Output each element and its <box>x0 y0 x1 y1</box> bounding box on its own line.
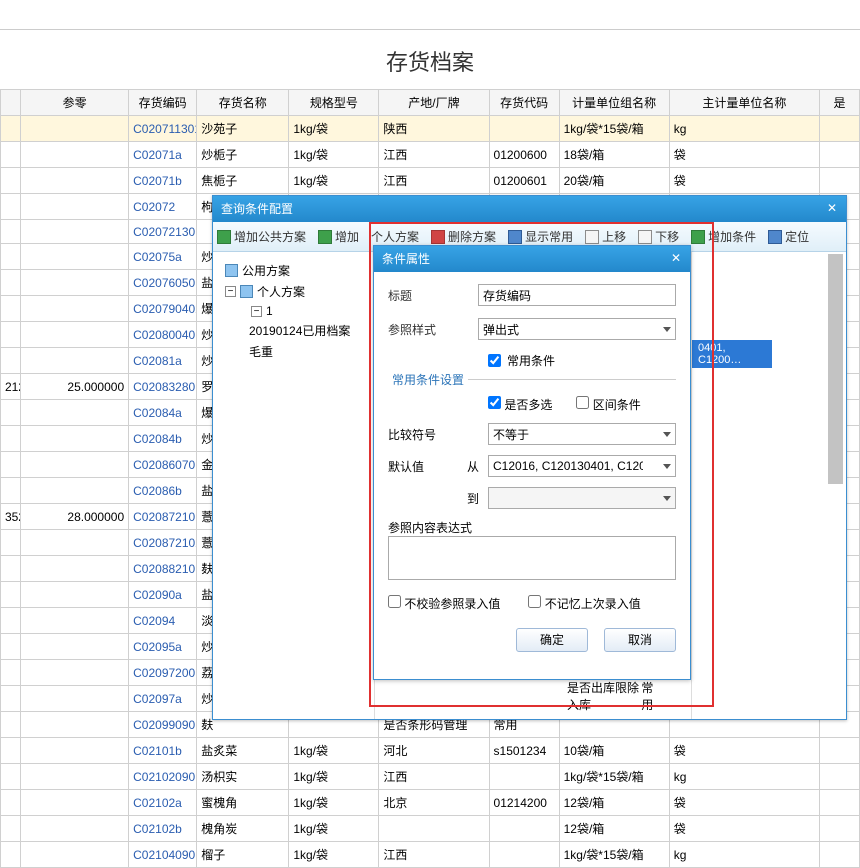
title-input[interactable] <box>478 284 676 306</box>
delete-plan-button[interactable]: 删除方案 <box>431 228 496 245</box>
move-up-button[interactable]: 上移 <box>585 228 626 245</box>
expr-textarea[interactable] <box>388 536 676 580</box>
plan-tree[interactable]: 公用方案 −个人方案 −1 20190124已用档案 毛重 <box>213 252 375 719</box>
add-public-plan-button[interactable]: 增加公共方案 <box>217 228 306 245</box>
folder-icon <box>225 264 238 277</box>
no-remember-checkbox[interactable] <box>528 595 541 608</box>
chevron-down-icon <box>663 496 671 501</box>
tree-item[interactable]: −1 <box>221 302 366 320</box>
table-row[interactable]: C02102a蜜槐角1kg/袋北京0121420012袋/箱袋 <box>1 790 860 816</box>
fieldset-legend: 常用条件设置 <box>388 371 468 388</box>
prop-title-text: 条件属性 <box>382 252 430 266</box>
tree-item[interactable]: 20190124已用档案 <box>221 320 366 341</box>
table-row[interactable]: C02071a炒栀子1kg/袋江西0120060018袋/箱袋 <box>1 142 860 168</box>
table-row[interactable]: C02101b盐炙菜1kg/袋河北s150123410袋/箱袋 <box>1 738 860 764</box>
refstyle-label: 参照样式 <box>388 321 478 338</box>
prop-outremove-label: 是否出库限除入库 <box>567 679 641 713</box>
ok-button[interactable]: 确定 <box>516 628 588 652</box>
expr-label: 参照内容表达式 <box>388 519 676 536</box>
locate-button[interactable]: 定位 <box>768 228 809 245</box>
vertical-scrollbar[interactable] <box>828 254 843 484</box>
chevron-down-icon <box>663 464 671 469</box>
table-row[interactable]: C02071b焦栀子1kg/袋江西0120060120袋/箱袋 <box>1 168 860 194</box>
from-label: 从 <box>458 458 488 475</box>
th-stockcd[interactable]: 存货代码 <box>489 90 559 116</box>
collapse-icon[interactable]: − <box>251 306 262 317</box>
right-list-panel: 0401, C1200… <box>691 252 846 719</box>
default-label: 默认值 <box>388 458 458 475</box>
th-group[interactable]: 计量单位组名称 <box>559 90 669 116</box>
folder-icon <box>240 285 253 298</box>
condition-property-dialog: 条件属性 ✕ 标题 参照样式 弹出式 常用条件 常用条件设置 是否多选 区间条件… <box>373 245 691 680</box>
tree-item[interactable]: 毛重 <box>221 341 366 362</box>
cancel-button[interactable]: 取消 <box>604 628 676 652</box>
range-condition-checkbox[interactable] <box>576 396 589 409</box>
multi-select-checkbox[interactable] <box>488 396 501 409</box>
close-icon[interactable]: ✕ <box>668 251 684 267</box>
chevron-down-icon <box>663 432 671 437</box>
page-title: 存货档案 <box>0 30 860 89</box>
tree-public-plan[interactable]: 公用方案 <box>221 260 366 281</box>
no-verify-checkbox[interactable] <box>388 595 401 608</box>
selected-value-chip[interactable]: 0401, C1200… <box>692 340 772 368</box>
add-condition-button[interactable]: 增加条件 <box>691 228 756 245</box>
prop-outremove-value: 常用 <box>641 679 660 713</box>
prop-titlebar[interactable]: 条件属性 ✕ <box>374 246 690 272</box>
to-label: 到 <box>458 490 488 507</box>
refstyle-select[interactable]: 弹出式 <box>478 318 676 340</box>
th-code[interactable]: 存货编码 <box>129 90 197 116</box>
th-ref[interactable]: 参零 <box>21 90 129 116</box>
th-unit[interactable]: 主计量单位名称 <box>669 90 819 116</box>
compare-select[interactable]: 不等于 <box>488 423 676 445</box>
common-condition-checkbox[interactable] <box>488 354 501 367</box>
common-condition-label: 常用条件 <box>507 352 555 369</box>
chevron-down-icon <box>663 327 671 332</box>
th-last[interactable]: 是 <box>819 90 859 116</box>
close-icon[interactable]: ✕ <box>824 201 840 217</box>
th-spec[interactable]: 规格型号 <box>289 90 379 116</box>
add-button[interactable]: 增加 <box>318 228 359 245</box>
collapse-icon[interactable]: − <box>225 286 236 297</box>
title-label: 标题 <box>388 287 478 304</box>
overlay-title-text: 查询条件配置 <box>221 202 293 216</box>
table-row[interactable]: C021040901榴子1kg/袋江西1kg/袋*15袋/箱kg <box>1 842 860 868</box>
default-to-select[interactable] <box>488 487 676 509</box>
table-header-row: 参零 存货编码 存货名称 规格型号 产地/厂牌 存货代码 计量单位组名称 主计量… <box>1 90 860 116</box>
th-origin[interactable]: 产地/厂牌 <box>379 90 489 116</box>
table-row[interactable]: C02102b槐角炭1kg/袋12袋/箱袋 <box>1 816 860 842</box>
show-common-button[interactable]: 显示常用 <box>508 228 573 245</box>
compare-label: 比较符号 <box>388 426 458 443</box>
th-name[interactable]: 存货名称 <box>197 90 289 116</box>
personal-plan-button[interactable]: 个人方案 <box>371 228 419 245</box>
default-from-select[interactable]: C12016, C120130401, C12009… <box>488 455 676 477</box>
move-down-button[interactable]: 下移 <box>638 228 679 245</box>
tree-personal-plan[interactable]: −个人方案 <box>221 281 366 302</box>
table-row[interactable]: C020711301沙苑子1kg/袋陕西1kg/袋*15袋/箱kg <box>1 116 860 142</box>
table-row[interactable]: C021020901汤枳实1kg/袋江西1kg/袋*15袋/箱kg <box>1 764 860 790</box>
overlay-titlebar[interactable]: 查询条件配置 ✕ <box>213 196 846 222</box>
